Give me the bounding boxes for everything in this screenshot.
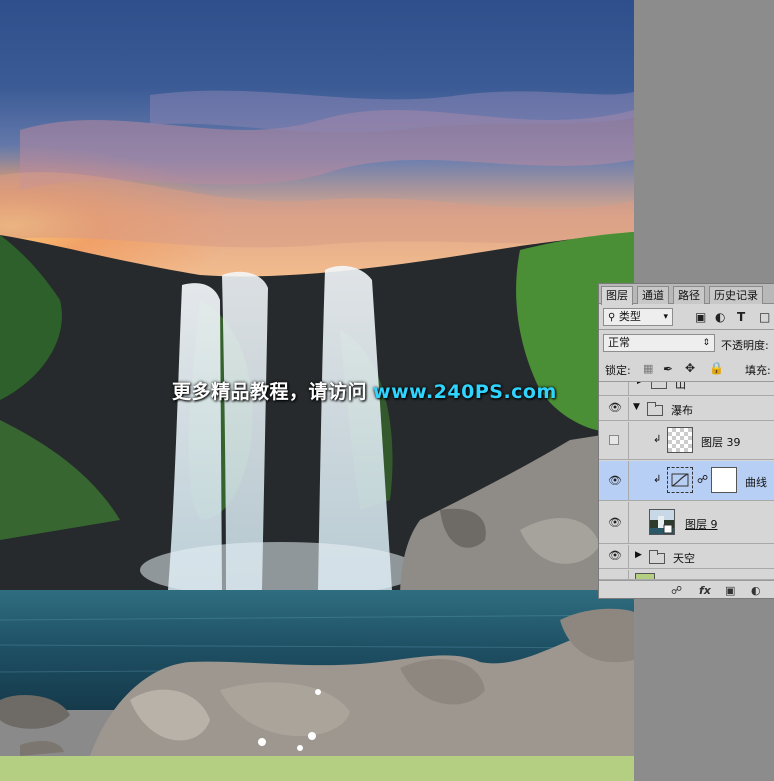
mask-icon[interactable]: ▣: [725, 584, 735, 597]
lock-label: 锁定:: [605, 364, 631, 377]
layer-name: 瀑布: [671, 404, 693, 417]
visibility-toggle-off: [609, 435, 619, 445]
visibility-cell[interactable]: 👁: [599, 545, 629, 568]
blend-mode-select[interactable]: 正常 ⇕: [603, 334, 715, 352]
flower: [315, 689, 321, 695]
watermark: 更多精品教程，请访问 www.240PS.com: [172, 377, 557, 404]
layer-name: 图层 9: [685, 518, 718, 531]
visibility-cell[interactable]: 👁: [599, 502, 629, 543]
eye-icon: 👁: [608, 474, 622, 487]
lock-move-icon[interactable]: ✥: [685, 361, 695, 375]
curves-icon: [667, 467, 693, 493]
layer-row[interactable]: ▶ 山: [599, 382, 774, 396]
curves-graph: [671, 473, 689, 487]
chevron-right-icon[interactable]: ▶: [635, 550, 642, 560]
eye-icon: 👁: [608, 516, 622, 529]
layer-filter-select[interactable]: ⚲ 类型 ▾: [603, 308, 673, 326]
layer-row[interactable]: 👁 图层 9: [599, 502, 774, 544]
search-icon: ⚲: [608, 312, 616, 323]
watermark-site: www.240PS.com: [373, 381, 557, 403]
chain-link-icon[interactable]: ☍: [697, 473, 708, 486]
thumbnail-art: [650, 510, 674, 534]
visibility-cell: [599, 570, 629, 579]
opacity-label: 不透明度:: [721, 339, 769, 352]
flower: [308, 732, 316, 740]
visibility-cell[interactable]: 👁: [599, 461, 629, 500]
image-filter-icon[interactable]: ▣: [695, 310, 706, 324]
smart-object-thumbnail: [649, 509, 675, 535]
eye-icon: 👁: [608, 549, 622, 562]
mist: [140, 542, 420, 598]
layer-row[interactable]: 👁 ▶ 天空: [599, 545, 774, 569]
adjustment-icon[interactable]: ◐: [751, 584, 761, 597]
rock: [20, 740, 64, 756]
eye-icon: 👁: [608, 401, 622, 414]
tab-paths[interactable]: 路径: [673, 286, 705, 304]
text-filter-icon[interactable]: T: [737, 310, 745, 324]
tab-history[interactable]: 历史记录: [709, 286, 763, 304]
layer-thumbnail: [635, 573, 655, 579]
blend-mode-value: 正常: [608, 336, 630, 349]
fill-label: 填充:: [745, 364, 771, 377]
layer-row[interactable]: [599, 570, 774, 580]
layer-name: 天空: [673, 552, 695, 565]
divider: [599, 329, 774, 330]
layer-row[interactable]: ↲ 图层 39: [599, 422, 774, 460]
chevron-down-icon: ▾: [663, 312, 668, 322]
canvas-bottom-strip: [0, 756, 634, 781]
adjustment-filter-icon[interactable]: ◐: [715, 310, 725, 324]
link-icon[interactable]: ☍: [671, 584, 682, 597]
flower: [258, 738, 266, 746]
layer-thumbnail: [667, 427, 693, 453]
folder-icon: [647, 402, 663, 416]
fx-icon[interactable]: fx: [699, 584, 711, 597]
visibility-cell[interactable]: 👁: [599, 397, 629, 420]
clipping-arrow-icon: ↲: [653, 474, 662, 485]
lock-all-icon[interactable]: 🔒: [709, 361, 724, 375]
tab-channels[interactable]: 通道: [637, 286, 669, 304]
folder-icon: [649, 550, 665, 564]
layer-mask-thumbnail[interactable]: [711, 467, 737, 493]
layer-name: 图层 39: [701, 436, 741, 449]
document-canvas[interactable]: 更多精品教程，请访问 www.240PS.com: [0, 0, 634, 756]
layer-row-selected[interactable]: 👁 ↲ ☍ 曲线: [599, 461, 774, 501]
chevron-right-icon[interactable]: ▶: [637, 382, 644, 386]
lock-row: 锁定: ▦ ✒ ✥ 🔒 填充:: [599, 358, 774, 380]
tab-layers[interactable]: 图层: [601, 286, 633, 305]
visibility-cell: [599, 382, 629, 395]
photoshop-workspace: 更多精品教程，请访问 www.240PS.com 图层 通道 路径 历史记录 ⚲ …: [0, 0, 774, 781]
folder-icon: [651, 382, 667, 389]
panel-footer: ☍ fx ▣ ◐: [599, 580, 774, 598]
chevron-down-icon[interactable]: ▼: [633, 402, 640, 412]
layers-panel: 图层 通道 路径 历史记录 ⚲ 类型 ▾ ▣ ◐ T □ 正常 ⇕ 不透明度:: [598, 283, 774, 599]
blend-row: 正常 ⇕ 不透明度:: [599, 332, 774, 356]
layer-name: 曲线: [745, 476, 767, 489]
lock-transparent-icon[interactable]: ▦: [643, 362, 653, 376]
filter-row: ⚲ 类型 ▾ ▣ ◐ T □: [599, 306, 774, 328]
watermark-text: 更多精品教程，请访问: [172, 381, 368, 403]
panel-tabs: 图层 通道 路径 历史记录: [599, 284, 774, 305]
flower: [297, 745, 303, 751]
shape-filter-icon[interactable]: □: [759, 310, 770, 324]
waterfall-center: [222, 271, 268, 590]
chevron-updown-icon: ⇕: [702, 338, 710, 348]
layer-name: 山: [675, 382, 686, 391]
clipping-arrow-icon: ↲: [653, 434, 662, 445]
layer-row[interactable]: 👁 ▼ 瀑布: [599, 397, 774, 421]
visibility-cell[interactable]: [599, 422, 629, 459]
lock-brush-icon[interactable]: ✒: [663, 362, 673, 376]
layer-filter-label: 类型: [618, 310, 641, 323]
